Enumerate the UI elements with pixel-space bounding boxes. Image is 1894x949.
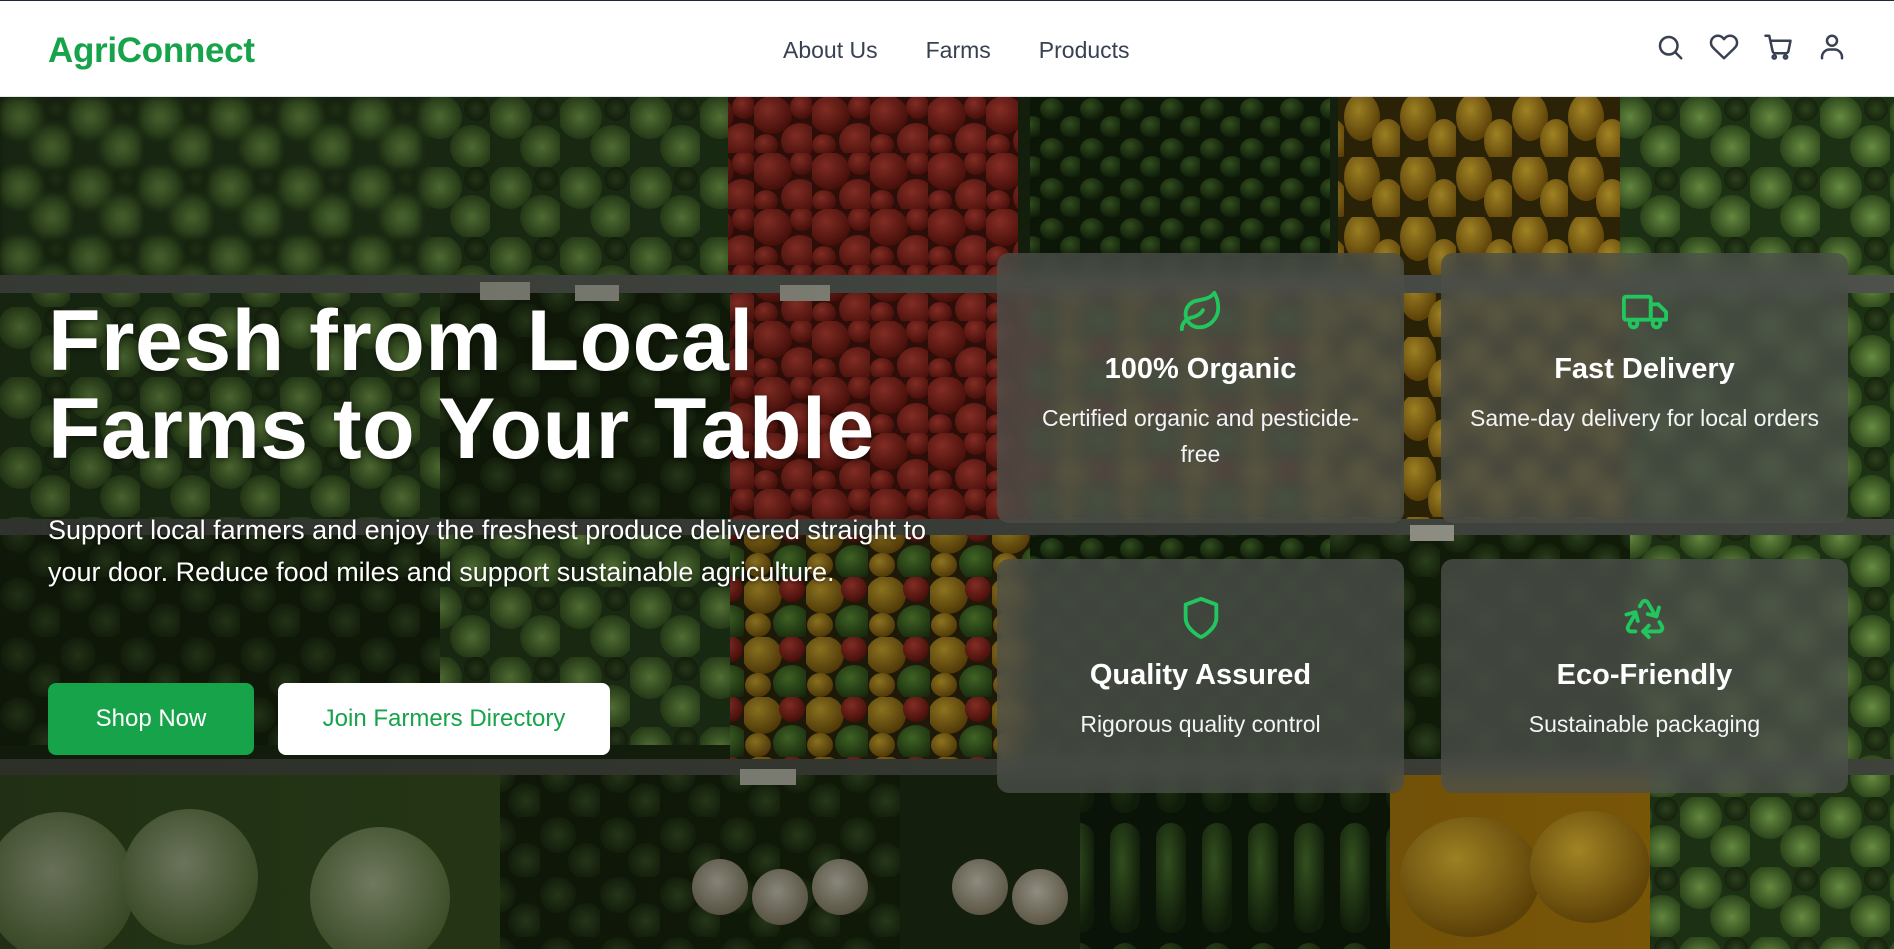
search-icon[interactable] — [1654, 31, 1686, 63]
recycle-icon — [1622, 595, 1668, 641]
shield-icon — [1178, 595, 1224, 641]
feature-title: 100% Organic — [1104, 353, 1297, 385]
heart-icon[interactable] — [1708, 31, 1740, 63]
feature-description: Certified organic and pesticide-free — [1041, 405, 1360, 467]
shop-now-button[interactable]: Shop Now — [48, 683, 254, 755]
hero-section: Fresh from Local Farms to Your Table Sup… — [0, 97, 1894, 949]
hero-title-line-1: Fresh from Local — [48, 293, 754, 389]
header-icons — [1654, 31, 1848, 63]
feature-description: Rigorous quality control — [1080, 711, 1321, 737]
nav-products[interactable]: Products — [1039, 37, 1130, 64]
main-nav: About Us Farms Products — [783, 37, 1130, 64]
hero-title: Fresh from Local Farms to Your Table — [48, 297, 948, 473]
logo[interactable]: AgriConnect — [48, 31, 255, 71]
feature-description: Same-day delivery for local orders — [1470, 405, 1819, 431]
nav-farms[interactable]: Farms — [926, 37, 991, 64]
feature-card-quality: Quality Assured Rigorous quality control — [997, 559, 1404, 793]
feature-card-eco: Eco-Friendly Sustainable packaging — [1441, 559, 1848, 793]
feature-description: Sustainable packaging — [1528, 711, 1761, 737]
leaf-icon — [1178, 289, 1224, 335]
feature-card-delivery: Fast Delivery Same-day delivery for loca… — [1441, 253, 1848, 523]
hero-title-line-2: Farms to Your Table — [48, 381, 875, 477]
top-navigation-bar: AgriConnect About Us Farms Products — [0, 0, 1894, 97]
hero-subtitle: Support local farmers and enjoy the fres… — [48, 515, 926, 587]
feature-title: Fast Delivery — [1554, 353, 1735, 385]
feature-card-organic: 100% Organic Certified organic and pesti… — [997, 253, 1404, 523]
feature-title: Quality Assured — [1089, 659, 1312, 691]
join-farmers-directory-button[interactable]: Join Farmers Directory — [278, 683, 610, 755]
user-icon[interactable] — [1816, 31, 1848, 63]
cart-icon[interactable] — [1762, 31, 1794, 63]
feature-title: Eco-Friendly — [1556, 659, 1733, 691]
nav-about-us[interactable]: About Us — [783, 37, 878, 64]
truck-icon — [1621, 289, 1668, 335]
